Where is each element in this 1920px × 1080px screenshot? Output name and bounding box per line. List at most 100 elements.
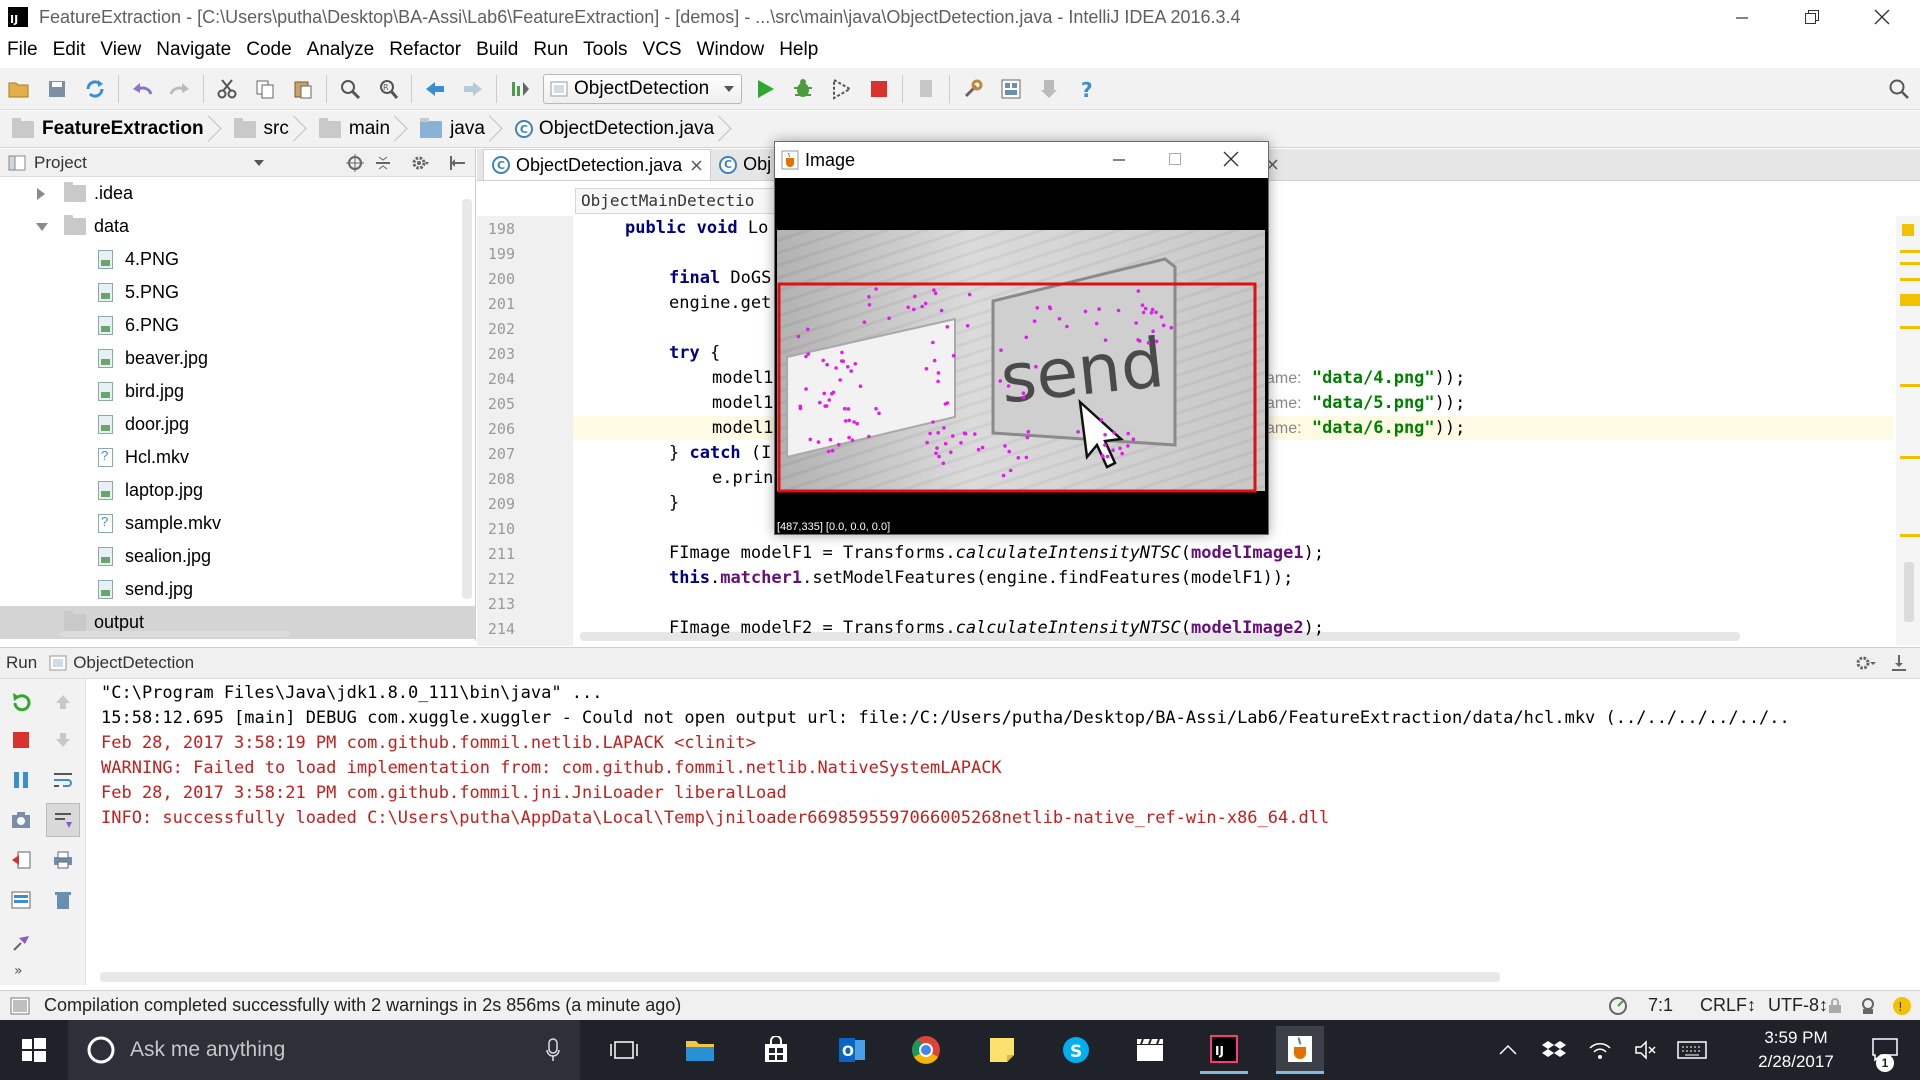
rerun-icon[interactable] [6,687,36,717]
breadcrumb-src[interactable]: src [214,111,299,148]
locate-file-icon[interactable] [346,153,364,172]
line-separator[interactable]: CRLF↕ [1700,995,1756,1016]
soft-wrap-icon[interactable] [48,765,78,795]
event-log-icon[interactable]: ! [1892,996,1912,1016]
build-icon[interactable] [501,70,539,108]
run-config-selector[interactable]: ObjectDetection [543,73,743,104]
gear-icon[interactable] [1854,654,1878,672]
run-panel-label[interactable]: Run [6,653,37,673]
forward-icon[interactable] [454,70,492,108]
menu-edit[interactable]: Edit [46,39,94,61]
breadcrumb-main[interactable]: main [299,111,400,148]
file-encoding[interactable]: UTF-8↕ [1768,995,1828,1016]
menu-build[interactable]: Build [469,39,526,61]
menu-run[interactable]: Run [526,39,576,61]
redo-icon[interactable] [161,70,199,108]
inspector-icon[interactable] [1858,996,1878,1016]
sticky-notes-icon[interactable] [978,1026,1026,1074]
restore-button[interactable] [1782,0,1842,34]
undo-icon[interactable] [123,70,161,108]
menu-navigate[interactable]: Navigate [149,39,239,61]
menu-code[interactable]: Code [239,39,299,61]
caret-position[interactable]: 7:1 [1648,995,1673,1016]
open-folder-icon[interactable] [0,70,38,108]
lock-icon[interactable] [1828,997,1842,1014]
copy-icon[interactable] [246,70,284,108]
collapse-all-icon[interactable] [374,154,392,172]
structure-breadcrumb[interactable]: ObjectMainDetectio [575,188,775,214]
hide-panel-icon[interactable] [1890,654,1908,672]
project-panel-title[interactable]: Project [34,153,87,173]
java-taskbar-icon[interactable] [1276,1026,1324,1074]
search-everywhere-icon[interactable] [1880,70,1918,108]
task-view-icon[interactable] [600,1026,648,1074]
gear-icon[interactable] [410,154,430,172]
microphone-icon[interactable] [546,1038,560,1062]
pause-icon[interactable] [6,765,36,795]
project-scrollbar[interactable] [462,199,472,599]
menu-analyze[interactable]: Analyze [300,39,383,61]
settings-icon[interactable] [954,70,992,108]
stop-icon[interactable] [6,725,36,755]
minimize-button[interactable] [1091,142,1147,176]
sdk-icon[interactable] [1030,70,1068,108]
tab-second[interactable]: C Obj [711,149,779,180]
video-editor-icon[interactable] [1126,1026,1174,1074]
debug-icon[interactable] [784,70,822,108]
find-icon[interactable] [331,70,369,108]
outlook-icon[interactable]: O [828,1026,876,1074]
breadcrumb-java[interactable]: java [400,111,495,148]
project-tree-item[interactable]: bird.jpg [0,375,475,408]
project-tree-item[interactable]: sealion.jpg [0,540,475,573]
restore-layout-icon[interactable] [6,885,36,915]
intellij-taskbar-icon[interactable]: IJ [1200,1026,1248,1074]
windows-start-icon[interactable] [10,1026,58,1074]
project-tree-item[interactable]: send.jpg [0,573,475,606]
replace-icon[interactable]: R [369,70,407,108]
skype-icon[interactable]: S [1052,1026,1100,1074]
menu-refactor[interactable]: Refactor [382,39,469,61]
print-icon[interactable] [48,845,78,875]
toggle-tool-windows-icon[interactable] [10,997,30,1015]
store-icon[interactable] [752,1026,800,1074]
maximize-button[interactable] [1147,142,1203,176]
minimize-button[interactable] [1712,0,1772,34]
project-tree-item[interactable]: .idea [0,177,475,210]
chevron-down-icon[interactable] [36,222,64,232]
close-window-button[interactable] [1852,0,1912,34]
console-hscrollbar[interactable] [100,972,1500,982]
image-window[interactable]: Image send [487,335] [0.0, 0.0, 0.0] [774,141,1269,535]
chevron-down-icon[interactable] [253,159,265,167]
project-hscrollbar[interactable] [60,631,290,637]
exit-icon[interactable] [6,845,36,875]
hide-panel-icon[interactable] [448,154,466,172]
cut-icon[interactable] [208,70,246,108]
breadcrumb-project[interactable]: FeatureExtraction [0,111,214,148]
menu-tools[interactable]: Tools [576,39,635,61]
menu-file[interactable]: File [0,39,46,61]
cortana-search-box[interactable]: Ask me anything [68,1020,580,1080]
project-tree-item[interactable]: door.jpg [0,408,475,441]
pin-tab-icon[interactable] [6,927,36,957]
project-tree-item[interactable]: data [0,210,475,243]
volume-muted-icon[interactable] [1622,1026,1670,1074]
breadcrumb-file[interactable]: C ObjectDetection.java [495,111,724,148]
run-icon[interactable] [746,70,784,108]
memory-indicator-icon[interactable] [1608,996,1628,1016]
wifi-icon[interactable] [1576,1026,1624,1074]
paste-icon[interactable] [284,70,322,108]
project-tree-item[interactable]: 4.PNG [0,243,475,276]
sync-icon[interactable] [76,70,114,108]
coverage-icon[interactable] [822,70,860,108]
project-tree-item[interactable]: beaver.jpg [0,342,475,375]
scroll-up-icon[interactable] [48,687,78,717]
chrome-icon[interactable] [902,1026,950,1074]
menu-window[interactable]: Window [690,39,773,61]
save-icon[interactable] [38,70,76,108]
more-icon[interactable]: » [14,963,23,979]
run-config-tab[interactable]: ObjectDetection [73,653,194,673]
dump-threads-icon[interactable] [6,805,36,835]
back-icon[interactable] [416,70,454,108]
keyboard-icon[interactable] [1668,1026,1716,1074]
dropbox-icon[interactable] [1530,1026,1578,1074]
